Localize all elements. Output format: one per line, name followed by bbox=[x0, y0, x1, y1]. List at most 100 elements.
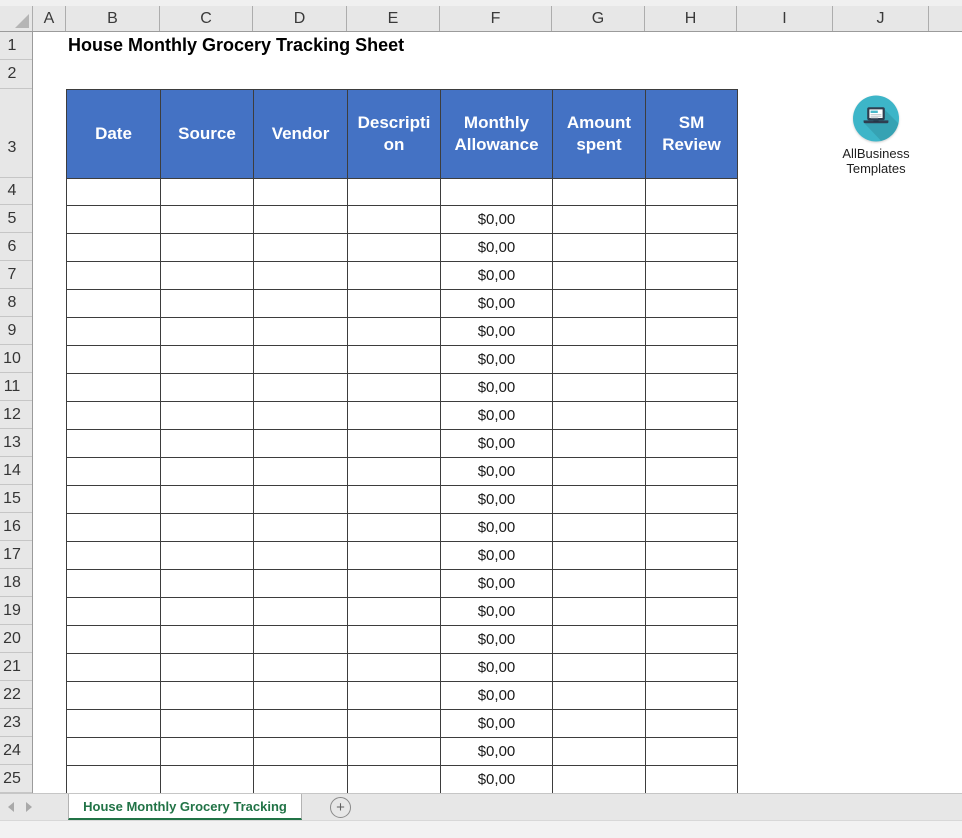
cell-amount-spent[interactable] bbox=[553, 290, 646, 318]
cell-monthly-allowance[interactable]: $0,00 bbox=[441, 290, 553, 318]
cell-description[interactable] bbox=[348, 262, 441, 290]
cell-sm-review[interactable] bbox=[646, 710, 738, 738]
cell-description[interactable] bbox=[348, 486, 441, 514]
tab-scroll-right-icon[interactable] bbox=[26, 802, 32, 812]
cell-date[interactable] bbox=[67, 206, 161, 234]
cell-date[interactable] bbox=[67, 542, 161, 570]
row-header[interactable]: 8 bbox=[0, 289, 32, 317]
cell-monthly-allowance[interactable]: $0,00 bbox=[441, 346, 553, 374]
cell-monthly-allowance[interactable]: $0,00 bbox=[441, 514, 553, 542]
cell-monthly-allowance[interactable] bbox=[441, 179, 553, 206]
cell-amount-spent[interactable] bbox=[553, 318, 646, 346]
cell-sm-review[interactable] bbox=[646, 654, 738, 682]
cell-monthly-allowance[interactable]: $0,00 bbox=[441, 542, 553, 570]
cell-monthly-allowance[interactable]: $0,00 bbox=[441, 318, 553, 346]
column-header[interactable]: I bbox=[737, 6, 833, 31]
cell-amount-spent[interactable] bbox=[553, 598, 646, 626]
cell-sm-review[interactable] bbox=[646, 430, 738, 458]
row-header[interactable]: 10 bbox=[0, 345, 32, 373]
cell-source[interactable] bbox=[161, 458, 254, 486]
cell-description[interactable] bbox=[348, 738, 441, 766]
cell-date[interactable] bbox=[67, 290, 161, 318]
row-header[interactable]: 13 bbox=[0, 429, 32, 457]
cell-sm-review[interactable] bbox=[646, 514, 738, 542]
cell-date[interactable] bbox=[67, 710, 161, 738]
cell-monthly-allowance[interactable]: $0,00 bbox=[441, 234, 553, 262]
cell-sm-review[interactable] bbox=[646, 262, 738, 290]
cell-sm-review[interactable] bbox=[646, 318, 738, 346]
row-header[interactable]: 14 bbox=[0, 457, 32, 485]
row-header[interactable]: 25 bbox=[0, 765, 32, 793]
cell-vendor[interactable] bbox=[254, 766, 348, 794]
cell-sm-review[interactable] bbox=[646, 766, 738, 794]
table-header-cell[interactable]: Descripti on bbox=[348, 90, 441, 179]
cell-source[interactable] bbox=[161, 206, 254, 234]
cell-vendor[interactable] bbox=[254, 262, 348, 290]
cell-description[interactable] bbox=[348, 234, 441, 262]
cell-description[interactable] bbox=[348, 179, 441, 206]
cell-description[interactable] bbox=[348, 318, 441, 346]
cell-vendor[interactable] bbox=[254, 542, 348, 570]
cell-monthly-allowance[interactable]: $0,00 bbox=[441, 486, 553, 514]
cell-sm-review[interactable] bbox=[646, 682, 738, 710]
cell-source[interactable] bbox=[161, 542, 254, 570]
table-header-cell[interactable]: Monthly Allowance bbox=[441, 90, 553, 179]
cell-date[interactable] bbox=[67, 654, 161, 682]
cell-monthly-allowance[interactable]: $0,00 bbox=[441, 710, 553, 738]
cell-amount-spent[interactable] bbox=[553, 654, 646, 682]
cell-description[interactable] bbox=[348, 570, 441, 598]
cell-monthly-allowance[interactable]: $0,00 bbox=[441, 598, 553, 626]
row-header[interactable]: 17 bbox=[0, 541, 32, 569]
cell-source[interactable] bbox=[161, 374, 254, 402]
cell-vendor[interactable] bbox=[254, 514, 348, 542]
cell-description[interactable] bbox=[348, 682, 441, 710]
cell-amount-spent[interactable] bbox=[553, 179, 646, 206]
cell-description[interactable] bbox=[348, 654, 441, 682]
cell-sm-review[interactable] bbox=[646, 626, 738, 654]
cell-amount-spent[interactable] bbox=[553, 234, 646, 262]
cell-sm-review[interactable] bbox=[646, 374, 738, 402]
row-header[interactable]: 24 bbox=[0, 737, 32, 765]
cell-sm-review[interactable] bbox=[646, 206, 738, 234]
cell-amount-spent[interactable] bbox=[553, 766, 646, 794]
row-header[interactable]: 22 bbox=[0, 681, 32, 709]
cell-date[interactable] bbox=[67, 598, 161, 626]
cell-date[interactable] bbox=[67, 514, 161, 542]
cell-description[interactable] bbox=[348, 514, 441, 542]
cell-source[interactable] bbox=[161, 738, 254, 766]
row-header[interactable]: 7 bbox=[0, 261, 32, 289]
cell-monthly-allowance[interactable]: $0,00 bbox=[441, 206, 553, 234]
column-header[interactable]: C bbox=[160, 6, 253, 31]
table-header-cell[interactable]: Amount spent bbox=[553, 90, 646, 179]
cell-monthly-allowance[interactable]: $0,00 bbox=[441, 766, 553, 794]
cell-date[interactable] bbox=[67, 486, 161, 514]
cell-amount-spent[interactable] bbox=[553, 206, 646, 234]
row-header[interactable]: 19 bbox=[0, 597, 32, 625]
cell-sm-review[interactable] bbox=[646, 290, 738, 318]
cell-vendor[interactable] bbox=[254, 430, 348, 458]
row-header[interactable]: 15 bbox=[0, 485, 32, 513]
cell-amount-spent[interactable] bbox=[553, 346, 646, 374]
cell-description[interactable] bbox=[348, 346, 441, 374]
row-header[interactable]: 21 bbox=[0, 653, 32, 681]
cell-sm-review[interactable] bbox=[646, 598, 738, 626]
cell-vendor[interactable] bbox=[254, 682, 348, 710]
cell-amount-spent[interactable] bbox=[553, 262, 646, 290]
cell-amount-spent[interactable] bbox=[553, 486, 646, 514]
cell-description[interactable] bbox=[348, 710, 441, 738]
cell-sm-review[interactable] bbox=[646, 458, 738, 486]
cell-date[interactable] bbox=[67, 262, 161, 290]
cell-vendor[interactable] bbox=[254, 598, 348, 626]
column-header[interactable]: J bbox=[833, 6, 929, 31]
cell-source[interactable] bbox=[161, 654, 254, 682]
cell-date[interactable] bbox=[67, 626, 161, 654]
cell-sm-review[interactable] bbox=[646, 234, 738, 262]
row-header[interactable]: 4 bbox=[0, 178, 32, 205]
cell-source[interactable] bbox=[161, 430, 254, 458]
cell-source[interactable] bbox=[161, 598, 254, 626]
cell-source[interactable] bbox=[161, 179, 254, 206]
cell-vendor[interactable] bbox=[254, 234, 348, 262]
cell-description[interactable] bbox=[348, 402, 441, 430]
column-header[interactable]: F bbox=[440, 6, 552, 31]
cell-vendor[interactable] bbox=[254, 179, 348, 206]
